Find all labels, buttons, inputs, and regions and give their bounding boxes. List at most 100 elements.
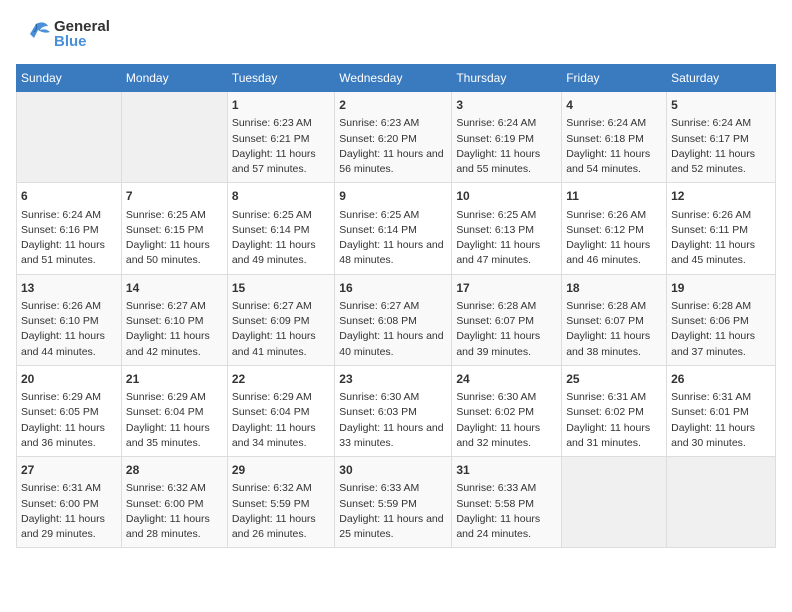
day-info: Daylight: 11 hours and 56 minutes.: [339, 147, 447, 177]
calendar-cell: 7Sunrise: 6:25 AMSunset: 6:15 PMDaylight…: [121, 183, 227, 274]
day-info: Sunrise: 6:32 AM: [232, 481, 330, 496]
day-number: 31: [456, 462, 557, 479]
calendar-cell: 16Sunrise: 6:27 AMSunset: 6:08 PMDayligh…: [335, 274, 452, 365]
day-info: Sunrise: 6:29 AM: [126, 390, 223, 405]
day-number: 9: [339, 188, 447, 205]
day-info: Sunrise: 6:31 AM: [21, 481, 117, 496]
day-info: Sunset: 6:00 PM: [21, 497, 117, 512]
day-info: Sunset: 5:58 PM: [456, 497, 557, 512]
day-number: 10: [456, 188, 557, 205]
day-info: Sunrise: 6:23 AM: [232, 116, 330, 131]
weekday-header-saturday: Saturday: [667, 65, 776, 92]
calendar-cell: 29Sunrise: 6:32 AMSunset: 5:59 PMDayligh…: [227, 457, 334, 548]
calendar-cell: 17Sunrise: 6:28 AMSunset: 6:07 PMDayligh…: [452, 274, 562, 365]
day-number: 15: [232, 280, 330, 297]
day-info: Sunrise: 6:24 AM: [671, 116, 771, 131]
calendar-cell: [121, 92, 227, 183]
calendar-cell: 26Sunrise: 6:31 AMSunset: 6:01 PMDayligh…: [667, 365, 776, 456]
day-number: 7: [126, 188, 223, 205]
weekday-header-thursday: Thursday: [452, 65, 562, 92]
week-row-4: 20Sunrise: 6:29 AMSunset: 6:05 PMDayligh…: [17, 365, 776, 456]
day-info: Sunset: 5:59 PM: [232, 497, 330, 512]
day-info: Sunset: 6:04 PM: [126, 405, 223, 420]
calendar-cell: 24Sunrise: 6:30 AMSunset: 6:02 PMDayligh…: [452, 365, 562, 456]
calendar-cell: 15Sunrise: 6:27 AMSunset: 6:09 PMDayligh…: [227, 274, 334, 365]
day-info: Sunset: 6:08 PM: [339, 314, 447, 329]
day-info: Sunset: 6:14 PM: [232, 223, 330, 238]
calendar-cell: 23Sunrise: 6:30 AMSunset: 6:03 PMDayligh…: [335, 365, 452, 456]
day-info: Sunset: 6:17 PM: [671, 132, 771, 147]
day-info: Sunset: 6:07 PM: [566, 314, 662, 329]
calendar-cell: 28Sunrise: 6:32 AMSunset: 6:00 PMDayligh…: [121, 457, 227, 548]
calendar-cell: 21Sunrise: 6:29 AMSunset: 6:04 PMDayligh…: [121, 365, 227, 456]
day-info: Sunset: 6:10 PM: [21, 314, 117, 329]
day-info: Sunset: 6:20 PM: [339, 132, 447, 147]
day-number: 19: [671, 280, 771, 297]
weekday-header-tuesday: Tuesday: [227, 65, 334, 92]
week-row-5: 27 Sunrise: 6:31 AMSunset: 6:00 PM Dayligh…: [17, 457, 776, 548]
day-number: 27: [21, 462, 117, 479]
day-info: Daylight: 11 hours and 51 minutes.: [21, 238, 117, 268]
day-info: Daylight: 11 hours and 44 minutes.: [21, 329, 117, 359]
day-info: Sunset: 6:04 PM: [232, 405, 330, 420]
calendar-cell: 18Sunrise: 6:28 AMSunset: 6:07 PMDayligh…: [562, 274, 667, 365]
calendar-cell: 19Sunrise: 6:28 AMSunset: 6:06 PMDayligh…: [667, 274, 776, 365]
day-number: 12: [671, 188, 771, 205]
calendar-cell: 2 Sunrise: 6:23 AMSunset: 6:20 PMDaylight…: [335, 92, 452, 183]
day-info: Sunset: 6:02 PM: [566, 405, 662, 420]
day-info: Sunset: 6:07 PM: [456, 314, 557, 329]
calendar-cell: 10Sunrise: 6:25 AMSunset: 6:13 PMDayligh…: [452, 183, 562, 274]
day-info: Sunrise: 6:31 AM: [671, 390, 771, 405]
calendar-cell: 3Sunrise: 6:24 AMSunset: 6:19 PMDaylight…: [452, 92, 562, 183]
calendar-cell: 12Sunrise: 6:26 AMSunset: 6:11 PMDayligh…: [667, 183, 776, 274]
day-number: 2: [339, 97, 447, 114]
day-info: Sunrise: 6:27 AM: [339, 299, 447, 314]
day-info: Daylight: 11 hours and 42 minutes.: [126, 329, 223, 359]
day-number: 14: [126, 280, 223, 297]
day-info: Daylight: 11 hours and 50 minutes.: [126, 238, 223, 268]
day-info: Daylight: 11 hours and 25 minutes.: [339, 512, 447, 542]
day-info: Daylight: 11 hours and 33 minutes.: [339, 421, 447, 451]
day-info: Daylight: 11 hours and 45 minutes.: [671, 238, 771, 268]
weekday-header-monday: Monday: [121, 65, 227, 92]
day-info: Sunset: 6:11 PM: [671, 223, 771, 238]
calendar-cell: [667, 457, 776, 548]
calendar-cell: 25Sunrise: 6:31 AMSunset: 6:02 PMDayligh…: [562, 365, 667, 456]
day-info: Daylight: 11 hours and 49 minutes.: [232, 238, 330, 268]
calendar-cell: 20Sunrise: 6:29 AMSunset: 6:05 PMDayligh…: [17, 365, 122, 456]
day-info: Daylight: 11 hours and 57 minutes.: [232, 147, 330, 177]
day-info: Sunrise: 6:33 AM: [339, 481, 447, 496]
day-info: Sunset: 6:09 PM: [232, 314, 330, 329]
day-number: 29: [232, 462, 330, 479]
day-number: 26: [671, 371, 771, 388]
calendar-body: 1Sunrise: 6:23 AMSunset: 6:21 PMDaylight…: [17, 92, 776, 548]
day-info: Daylight: 11 hours and 46 minutes.: [566, 238, 662, 268]
logo-blue: Blue: [54, 34, 110, 49]
calendar-cell: 11Sunrise: 6:26 AMSunset: 6:12 PMDayligh…: [562, 183, 667, 274]
day-info: Sunrise: 6:24 AM: [456, 116, 557, 131]
day-info: Sunrise: 6:24 AM: [566, 116, 662, 131]
day-info: Daylight: 11 hours and 24 minutes.: [456, 512, 557, 542]
day-info: Daylight: 11 hours and 52 minutes.: [671, 147, 771, 177]
day-number: 21: [126, 371, 223, 388]
day-info: Sunrise: 6:29 AM: [232, 390, 330, 405]
day-number: 6: [21, 188, 117, 205]
calendar-cell: 1Sunrise: 6:23 AMSunset: 6:21 PMDaylight…: [227, 92, 334, 183]
day-number: 3: [456, 97, 557, 114]
day-info: Sunrise: 6:23 AM: [339, 116, 447, 131]
day-number: 18: [566, 280, 662, 297]
day-info: Sunrise: 6:30 AM: [339, 390, 447, 405]
day-info: Daylight: 11 hours and 54 minutes.: [566, 147, 662, 177]
calendar-cell: 27Sunrise: 6:31 AMSunset: 6:00 PMDayligh…: [17, 457, 122, 548]
day-info: Sunset: 6:05 PM: [21, 405, 117, 420]
day-info: Daylight: 11 hours and 38 minutes.: [566, 329, 662, 359]
day-info: Sunset: 6:15 PM: [126, 223, 223, 238]
day-info: Daylight: 11 hours and 39 minutes.: [456, 329, 557, 359]
calendar-cell: 8Sunrise: 6:25 AMSunset: 6:14 PMDaylight…: [227, 183, 334, 274]
day-info: Sunrise: 6:26 AM: [566, 208, 662, 223]
day-info: Sunrise: 6:27 AM: [232, 299, 330, 314]
day-number: 24: [456, 371, 557, 388]
weekday-header-row: SundayMondayTuesdayWednesdayThursdayFrid…: [17, 65, 776, 92]
day-number: 30: [339, 462, 447, 479]
calendar-table: SundayMondayTuesdayWednesdayThursdayFrid…: [16, 64, 776, 548]
